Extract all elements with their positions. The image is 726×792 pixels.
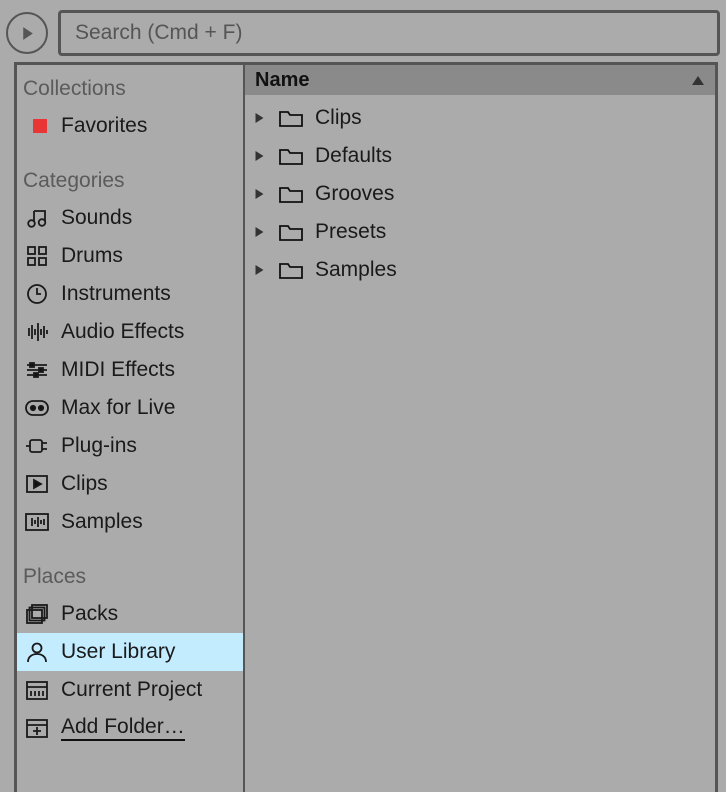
sidebar-item-packs[interactable]: Packs <box>17 595 243 633</box>
music-note-icon <box>23 205 51 231</box>
packs-icon <box>23 601 51 627</box>
disclosure-triangle-icon[interactable] <box>251 264 267 276</box>
grid-icon <box>23 243 51 269</box>
disclosure-triangle-icon[interactable] <box>251 150 267 162</box>
sidebar-item-instruments[interactable]: Instruments <box>17 275 243 313</box>
sort-asc-icon <box>691 74 705 86</box>
waveform-icon <box>23 319 51 345</box>
browser-row-label: Defaults <box>315 144 392 168</box>
browser-row-presets[interactable]: Presets <box>245 213 715 251</box>
column-header-name[interactable]: Name <box>245 65 715 95</box>
browser-toggle-button[interactable] <box>6 12 48 54</box>
browser-row-defaults[interactable]: Defaults <box>245 137 715 175</box>
sidebar-item-samples[interactable]: Samples <box>17 503 243 541</box>
sidebar-item-drums[interactable]: Drums <box>17 237 243 275</box>
places-header: Places <box>17 559 243 595</box>
browser-row-label: Grooves <box>315 182 394 206</box>
favorites-label: Favorites <box>61 114 147 138</box>
sidebar-item-favorites[interactable]: Favorites <box>17 107 243 145</box>
sidebar-item-max-for-live[interactable]: Max for Live <box>17 389 243 427</box>
sidebar-item-midi-effects[interactable]: MIDI Effects <box>17 351 243 389</box>
play-clip-icon <box>23 471 51 497</box>
sidebar-item-label: Drums <box>61 244 123 268</box>
sidebar-item-label: Instruments <box>61 282 171 306</box>
triangle-right-icon <box>19 25 36 42</box>
sidebar-item-add-folder[interactable]: Add Folder… <box>17 709 243 747</box>
sidebar-item-label: Plug-ins <box>61 434 137 458</box>
disclosure-triangle-icon[interactable] <box>251 226 267 238</box>
sidebar-item-label: Add Folder… <box>61 715 185 741</box>
sidebar-item-label: Samples <box>61 510 143 534</box>
sidebar-item-label: Audio Effects <box>61 320 184 344</box>
browser-row-label: Presets <box>315 220 386 244</box>
browser-sidebar: Collections Favorites Categories Sounds D… <box>17 65 245 792</box>
browser-content: Name Clips Defaults Grooves Presets Samples <box>245 65 715 792</box>
browser-row-samples[interactable]: Samples <box>245 251 715 289</box>
sidebar-item-label: User Library <box>61 640 175 664</box>
plug-icon <box>23 433 51 459</box>
sidebar-item-label: Clips <box>61 472 108 496</box>
sidebar-item-sounds[interactable]: Sounds <box>17 199 243 237</box>
samples-wave-icon <box>23 509 51 535</box>
browser-row-label: Samples <box>315 258 397 282</box>
column-header-label: Name <box>255 69 309 92</box>
sidebar-item-current-project[interactable]: Current Project <box>17 671 243 709</box>
sidebar-item-user-library[interactable]: User Library <box>17 633 243 671</box>
project-icon <box>23 677 51 703</box>
collections-header: Collections <box>17 71 243 107</box>
sidebar-item-label: Current Project <box>61 678 202 702</box>
sidebar-item-clips[interactable]: Clips <box>17 465 243 503</box>
sidebar-item-label: Max for Live <box>61 396 175 420</box>
folder-icon <box>277 258 305 282</box>
favorites-color-swatch <box>23 113 51 139</box>
max-icon <box>23 395 51 421</box>
disclosure-triangle-icon[interactable] <box>251 112 267 124</box>
sliders-icon <box>23 357 51 383</box>
browser-row-grooves[interactable]: Grooves <box>245 175 715 213</box>
user-icon <box>23 639 51 665</box>
search-placeholder: Search (Cmd + F) <box>75 21 242 45</box>
folder-icon <box>277 144 305 168</box>
clock-icon <box>23 281 51 307</box>
sidebar-item-plug-ins[interactable]: Plug-ins <box>17 427 243 465</box>
browser-row-clips[interactable]: Clips <box>245 99 715 137</box>
browser-row-label: Clips <box>315 106 362 130</box>
folder-icon <box>277 220 305 244</box>
disclosure-triangle-icon[interactable] <box>251 188 267 200</box>
sidebar-item-label: Packs <box>61 602 118 626</box>
search-input[interactable]: Search (Cmd + F) <box>58 10 720 56</box>
sidebar-item-label: Sounds <box>61 206 132 230</box>
add-folder-icon <box>23 715 51 741</box>
folder-icon <box>277 106 305 130</box>
sidebar-item-audio-effects[interactable]: Audio Effects <box>17 313 243 351</box>
sidebar-item-label: MIDI Effects <box>61 358 175 382</box>
categories-header: Categories <box>17 163 243 199</box>
folder-icon <box>277 182 305 206</box>
